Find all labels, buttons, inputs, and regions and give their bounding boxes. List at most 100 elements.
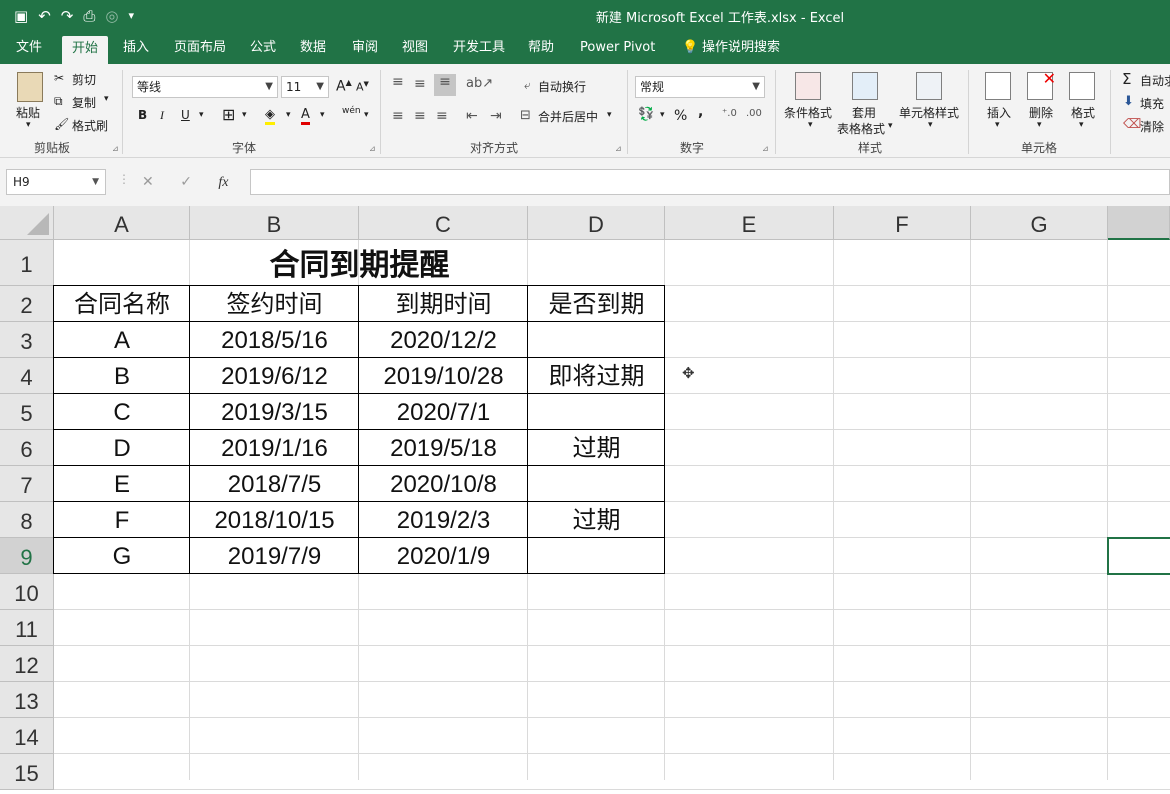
format-cells-icon[interactable] <box>1069 72 1095 100</box>
table-cell[interactable]: 2019/10/28 <box>359 358 528 394</box>
column-header[interactable] <box>1108 206 1170 240</box>
copy-button[interactable]: 复制 <box>72 94 96 111</box>
fill-icon[interactable]: ⬇ <box>1123 94 1134 109</box>
accounting-format-icon[interactable]: 💱 <box>638 107 654 122</box>
cut-button[interactable]: 剪切 <box>72 71 96 88</box>
table-cell[interactable] <box>528 538 665 574</box>
insert-cells-icon[interactable] <box>985 72 1011 100</box>
enter-icon[interactable]: ✓ <box>180 174 192 190</box>
bold-button[interactable]: B <box>138 108 147 122</box>
row-header[interactable]: 14 <box>0 718 54 754</box>
copy-dropdown-icon[interactable]: ▾ <box>104 94 109 104</box>
table-cell[interactable]: 过期 <box>528 430 665 466</box>
tab-review[interactable]: 审阅 <box>342 33 388 64</box>
tab-view[interactable]: 视图 <box>392 33 438 64</box>
align-top-icon[interactable]: ≡ <box>392 74 404 90</box>
conditional-format-dropdown-icon[interactable]: ▾ <box>808 120 813 130</box>
column-title-cell[interactable]: 到期时间 <box>359 286 528 322</box>
column-header[interactable]: B <box>190 206 359 240</box>
name-box[interactable]: H9 ▼ <box>6 169 106 195</box>
font-color-icon[interactable]: A <box>301 107 310 125</box>
underline-dropdown-icon[interactable]: ▾ <box>199 110 204 120</box>
merge-center-icon[interactable]: ⊟ <box>520 108 531 123</box>
tab-data[interactable]: 数据 <box>290 33 336 64</box>
row-header[interactable]: 3 <box>0 322 54 358</box>
delete-dropdown-icon[interactable]: ▾ <box>1037 120 1042 130</box>
table-cell[interactable]: 2020/1/9 <box>359 538 528 574</box>
conditional-format-icon[interactable] <box>795 72 821 100</box>
table-cell[interactable]: F <box>54 502 190 538</box>
row-header[interactable]: 12 <box>0 646 54 682</box>
row-header[interactable]: 10 <box>0 574 54 610</box>
cell-styles-button[interactable]: 单元格样式 <box>899 104 959 121</box>
format-painter-button[interactable]: 格式刷 <box>72 117 108 134</box>
column-title-cell[interactable]: 合同名称 <box>54 286 190 322</box>
align-bottom-icon[interactable]: ≡ <box>434 74 456 96</box>
percent-style-button[interactable]: % <box>674 108 687 124</box>
column-header[interactable]: G <box>971 206 1108 240</box>
shrink-font-button[interactable]: A▼ <box>356 80 369 94</box>
format-painter-icon[interactable]: 🖌 <box>54 117 69 131</box>
select-all-button[interactable] <box>0 206 54 240</box>
sheet-title[interactable]: 合同到期提醒 <box>54 240 665 286</box>
column-header[interactable]: E <box>665 206 834 240</box>
align-right-icon[interactable]: ≡ <box>436 108 448 124</box>
paste-button[interactable]: 粘贴 <box>16 104 40 121</box>
merge-center-button[interactable]: 合并后居中 <box>538 108 598 125</box>
row-header[interactable]: 15 <box>0 754 54 790</box>
format-as-table-dropdown-icon[interactable]: ▾ <box>888 121 893 131</box>
formula-input[interactable] <box>250 169 1170 195</box>
table-cell[interactable]: 2020/12/2 <box>359 322 528 358</box>
row-header[interactable]: 8 <box>0 502 54 538</box>
borders-dropdown-icon[interactable]: ▾ <box>242 110 247 120</box>
table-cell[interactable]: E <box>54 466 190 502</box>
copy-icon[interactable]: ⧉ <box>54 94 63 109</box>
orientation-icon[interactable]: ab↗ <box>466 76 493 91</box>
clear-button[interactable]: 清除 <box>1140 118 1164 135</box>
insert-dropdown-icon[interactable]: ▾ <box>995 120 1000 130</box>
table-cell[interactable]: 即将过期 <box>528 358 665 394</box>
increase-indent-icon[interactable]: ⇥ <box>490 108 502 124</box>
tab-power-pivot[interactable]: Power Pivot <box>570 33 665 64</box>
table-cell[interactable]: 2018/7/5 <box>190 466 359 502</box>
dialog-launcher-icon[interactable]: ⊿ <box>369 144 376 153</box>
accounting-dropdown-icon[interactable]: ▾ <box>660 110 665 120</box>
cell-styles-dropdown-icon[interactable]: ▾ <box>928 120 933 130</box>
cancel-icon[interactable]: ✕ <box>142 174 154 190</box>
decrease-decimal-icon[interactable]: .00 <box>746 108 762 119</box>
tab-file[interactable]: 文件 <box>6 33 52 64</box>
delete-cells-button[interactable]: 删除 <box>1029 104 1053 121</box>
comma-style-button[interactable]: , <box>698 104 703 120</box>
tell-me-search[interactable]: 操作说明搜索 <box>692 33 790 64</box>
decrease-indent-icon[interactable]: ⇤ <box>466 108 478 124</box>
format-as-table-icon[interactable] <box>852 72 878 100</box>
chevron-down-icon[interactable]: ▼ <box>92 170 99 194</box>
conditional-format-button[interactable]: 条件格式 <box>784 104 832 121</box>
tab-page-layout[interactable]: 页面布局 <box>164 33 236 64</box>
align-middle-icon[interactable]: ≡ <box>414 76 426 92</box>
table-cell[interactable]: 2020/7/1 <box>359 394 528 430</box>
row-header[interactable]: 9 <box>0 538 54 574</box>
merge-dropdown-icon[interactable]: ▾ <box>607 110 612 120</box>
fill-color-dropdown-icon[interactable]: ▾ <box>286 110 291 120</box>
align-center-icon[interactable]: ≡ <box>414 108 426 124</box>
fill-color-icon[interactable]: ◈ <box>265 107 275 125</box>
phonetic-dropdown-icon[interactable]: ▾ <box>364 110 369 120</box>
insert-cells-button[interactable]: 插入 <box>987 104 1011 121</box>
dialog-launcher-icon[interactable]: ⊿ <box>615 144 622 153</box>
row-header[interactable]: 7 <box>0 466 54 502</box>
dialog-launcher-icon[interactable]: ⊿ <box>762 144 769 153</box>
table-cell[interactable] <box>528 466 665 502</box>
insert-function-icon[interactable]: fx <box>218 175 228 190</box>
tab-developer[interactable]: 开发工具 <box>443 33 515 64</box>
table-cell[interactable]: D <box>54 430 190 466</box>
italic-button[interactable]: I <box>160 108 164 123</box>
delete-cells-icon[interactable]: ✕ <box>1027 69 1056 100</box>
active-cell-highlight[interactable] <box>1107 537 1170 575</box>
grow-font-button[interactable]: A▲ <box>336 78 352 95</box>
table-cell[interactable] <box>528 322 665 358</box>
table-cell[interactable]: G <box>54 538 190 574</box>
table-cell[interactable]: 2019/1/16 <box>190 430 359 466</box>
table-cell[interactable]: 2019/3/15 <box>190 394 359 430</box>
row-header[interactable]: 11 <box>0 610 54 646</box>
